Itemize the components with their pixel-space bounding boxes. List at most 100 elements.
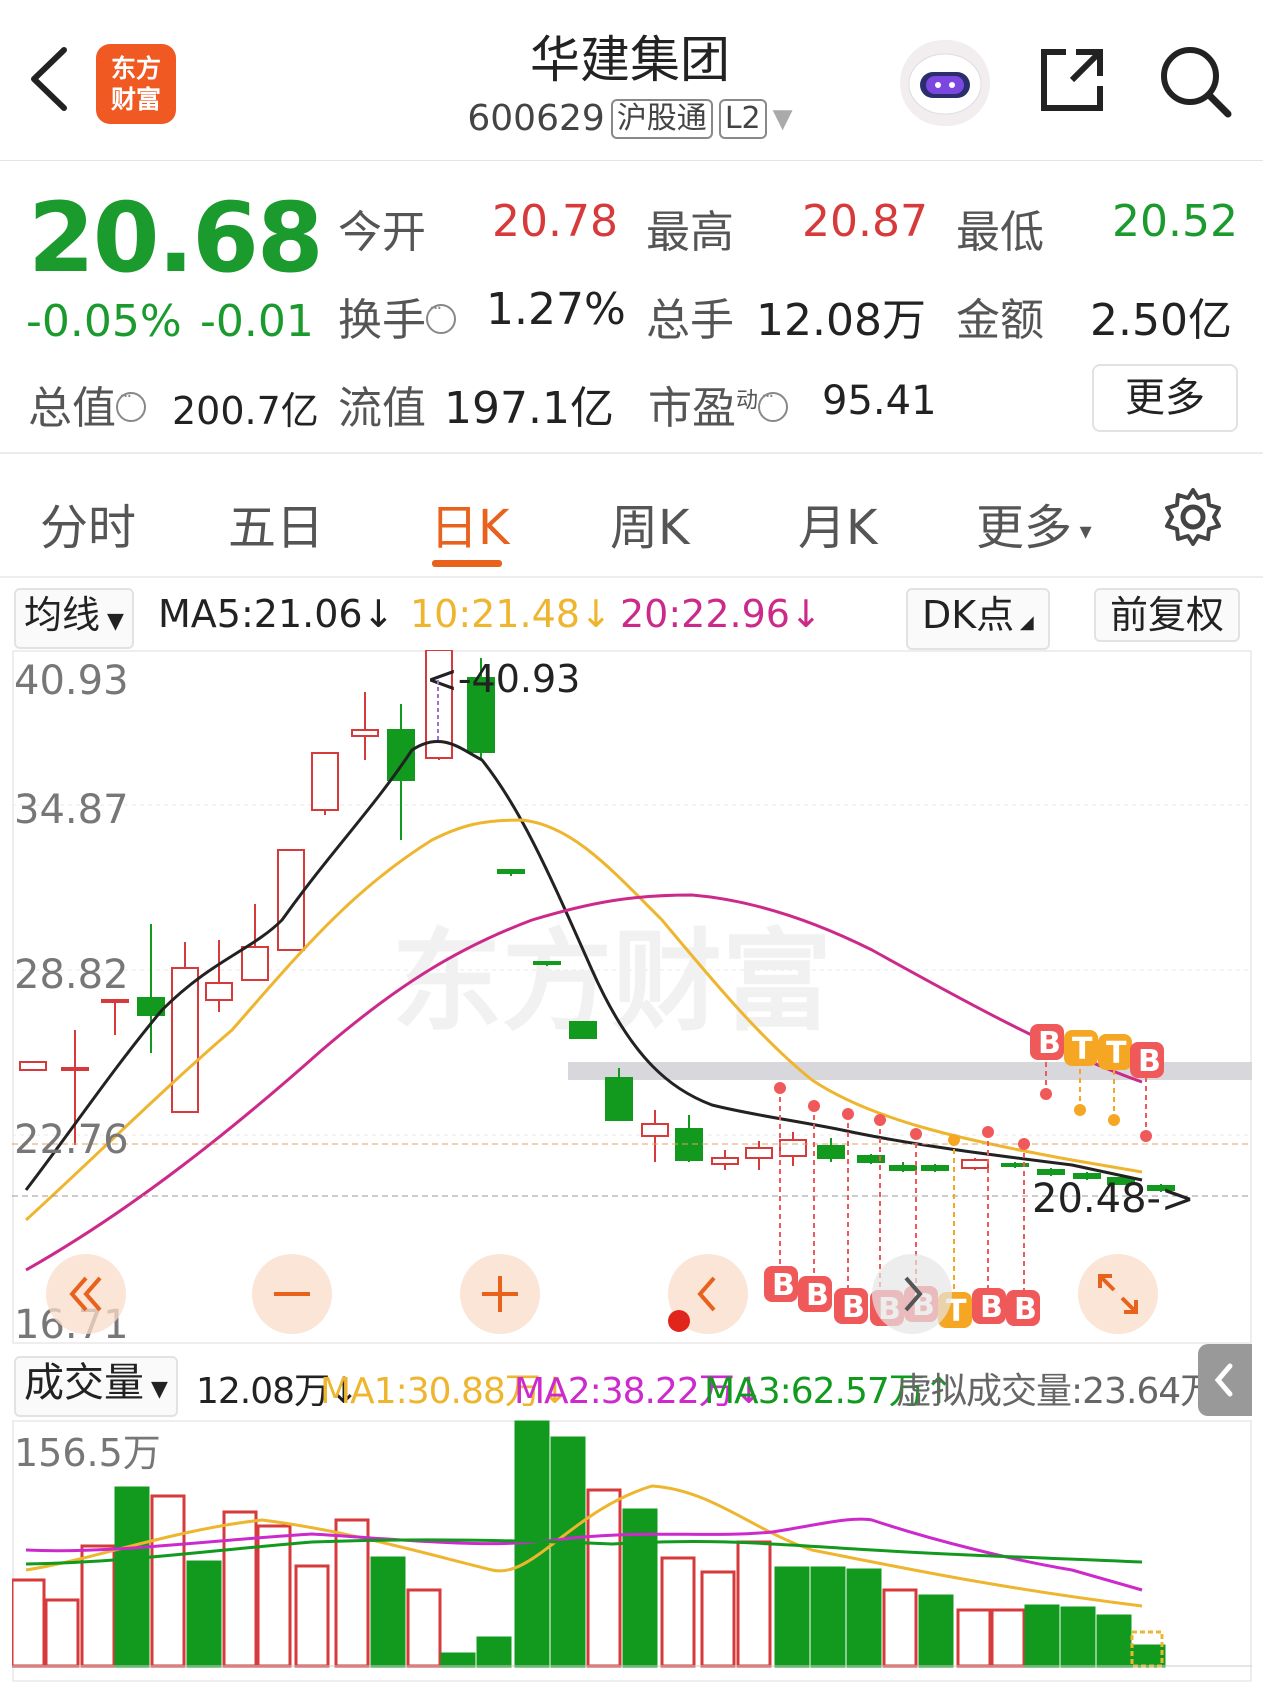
signal-text: B: [1138, 1044, 1161, 1079]
signal-text: B: [1038, 1026, 1061, 1061]
volume-bar: [956, 1608, 992, 1668]
stock-code-row[interactable]: 600629 沪股通 L2 ▼: [400, 98, 860, 139]
y-tick-label: 40.93: [14, 658, 129, 704]
info-icon: [426, 298, 456, 334]
signal-dot: [808, 1100, 820, 1112]
tab-monthly-k[interactable]: 月K: [798, 488, 877, 558]
mktcap-label[interactable]: 总值: [28, 372, 146, 436]
dropdown-arrow-icon: ▼: [144, 1377, 168, 1402]
vol-top-tick: 156.5万: [14, 1431, 161, 1475]
candle-body: [351, 729, 379, 737]
y-tick-label: 22.76: [14, 1117, 129, 1163]
candle-body: [961, 1159, 989, 1169]
app-logo: 东方 财富: [96, 44, 176, 124]
volume-bar: [294, 1564, 330, 1668]
mktcap-value: 200.7亿: [172, 389, 319, 433]
change-amount: -0.01: [200, 296, 314, 347]
volume-bar: [736, 1540, 772, 1668]
volume-bar: [222, 1510, 258, 1668]
corner-arrow-icon: ◢: [1014, 612, 1034, 633]
search-icon[interactable]: [1158, 44, 1234, 124]
candle-body: [277, 849, 305, 951]
open-label: 今开: [338, 207, 426, 258]
volume-bar: [882, 1588, 918, 1668]
signal-dot: [1140, 1130, 1152, 1142]
zoom-out-button[interactable]: [252, 1254, 332, 1334]
signal-text: B: [772, 1268, 795, 1303]
zoom-in-button[interactable]: [460, 1254, 540, 1334]
more-quote-button[interactable]: 更多: [1092, 364, 1238, 432]
volume-bar: [12, 1578, 46, 1668]
volume-bar: [406, 1588, 442, 1668]
candle-body: [241, 946, 269, 981]
plus-icon: [482, 1276, 518, 1312]
candle-body: [497, 869, 525, 874]
tab-weekly-k[interactable]: 周K: [610, 488, 689, 558]
volume-bar: [1130, 1644, 1166, 1668]
pe-value: 95.41: [822, 378, 937, 424]
fullscreen-button[interactable]: [1078, 1254, 1158, 1334]
volume-bar: [846, 1568, 882, 1668]
last-price-label: 20.48->: [1032, 1176, 1194, 1222]
high-value: 20.87: [802, 196, 928, 247]
info-icon: [758, 386, 789, 422]
candle-body: [311, 752, 339, 811]
volume-bar: [660, 1556, 696, 1668]
volume-label: 总手: [646, 295, 734, 346]
candle-body: [19, 1061, 47, 1071]
candle-body: [675, 1128, 703, 1161]
turnover-label[interactable]: 换手: [338, 284, 456, 348]
latest-dot-icon: [668, 1310, 690, 1332]
ma-select[interactable]: 均线 ▼: [14, 588, 134, 649]
current-price: 20.68: [28, 182, 324, 294]
share-icon[interactable]: [1036, 44, 1108, 120]
volume-chart: 156.5万: [12, 1420, 1252, 1682]
turnover-value: 1.27%: [486, 284, 626, 335]
volume-bar: [774, 1566, 810, 1668]
signal-dot: [842, 1108, 854, 1120]
low-label: 最低: [956, 207, 1044, 258]
volume-bar: [700, 1570, 736, 1668]
candle-body: [101, 999, 129, 1003]
double-chevron-left-icon: [69, 1276, 102, 1312]
tab-intraday[interactable]: 分时: [40, 488, 136, 558]
kline-chart[interactable]: 东方财富40.9334.8728.8222.7616.71<-40.9320.4…: [12, 650, 1252, 1344]
tab-five-day[interactable]: 五日: [228, 488, 324, 558]
back-icon[interactable]: [24, 44, 74, 118]
adjust-button[interactable]: 前复权: [1094, 588, 1241, 642]
chevron-right-icon: [904, 1276, 923, 1312]
info-icon: [116, 386, 146, 422]
dk-point-button[interactable]: DK点 ◢: [906, 588, 1050, 650]
dropdown-arrow-icon: ▾: [1072, 517, 1092, 545]
virtual-volume: 虚拟成交量:23.64万: [896, 1371, 1216, 1412]
tab-more[interactable]: 更多 ▾: [976, 488, 1092, 558]
connect-badge: 沪股通: [610, 98, 713, 139]
zoom-fast-back-button[interactable]: [46, 1254, 126, 1334]
settings-gear-icon[interactable]: [1162, 486, 1224, 552]
watermark-text: 东方财富: [392, 918, 832, 1046]
minus-icon: [274, 1292, 310, 1296]
pe-label[interactable]: 市盈动: [648, 372, 789, 436]
signal-dot: [982, 1126, 994, 1138]
high-label: 最高: [646, 207, 734, 258]
scroll-forward-button[interactable]: [872, 1254, 952, 1334]
candle-body: [921, 1165, 949, 1171]
header-bar: 东方 财富 华建集团 600629 沪股通 L2 ▼: [0, 0, 1263, 161]
volume-bar: [990, 1608, 1026, 1668]
signal-text: T: [1106, 1036, 1127, 1071]
collapse-panel-button[interactable]: [1198, 1344, 1252, 1416]
divider: [0, 452, 1263, 454]
amount-value: 2.50亿: [1090, 295, 1232, 346]
chevron-left-icon: [1214, 1363, 1233, 1397]
candle-body: [1037, 1169, 1065, 1175]
dropdown-arrow-icon: ▼: [772, 103, 793, 134]
y-tick-label: 28.82: [14, 952, 129, 998]
candle-body: [205, 982, 233, 1001]
volume-indicator-select[interactable]: 成交量 ▼: [14, 1356, 178, 1417]
assistant-avatar-icon[interactable]: [900, 40, 990, 126]
signal-dot: [774, 1082, 786, 1094]
tab-daily-k[interactable]: 日K: [430, 488, 509, 558]
volume-bar: [476, 1636, 512, 1668]
volume-bar: [1096, 1614, 1132, 1668]
volume-bar: [150, 1494, 186, 1668]
